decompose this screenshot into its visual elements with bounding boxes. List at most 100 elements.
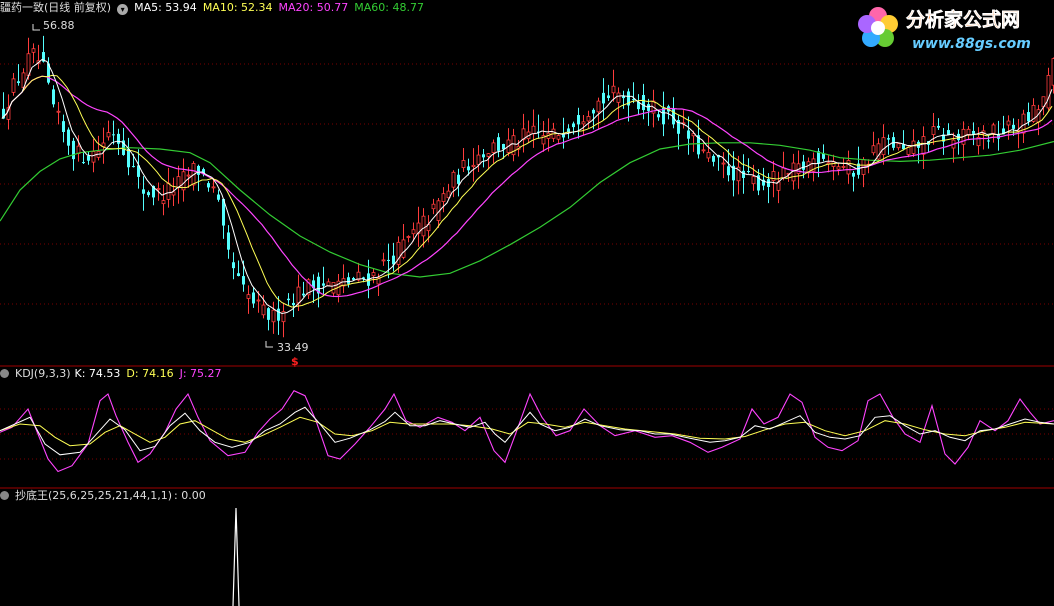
cdw-title: 抄底王(25,6,25,25,21,44,1,1) [15,489,173,502]
candle-body [292,302,295,306]
ma60-label: MA60: 48.77 [354,1,424,14]
candle-body [887,138,890,140]
candle-body [207,183,210,188]
candle-body [712,155,715,162]
candle-body [642,95,645,111]
candle-body [91,151,96,163]
candle-body [921,136,926,155]
candle-body [132,166,135,168]
kdj-lines [0,390,1054,473]
candle-body [331,282,336,294]
candle-body [622,96,625,99]
candle-body [581,121,586,125]
candle-body [572,123,575,128]
candle-body [326,281,331,286]
candle-body [647,104,650,111]
candle-body [461,160,466,169]
candle-body [166,182,171,200]
candle-body [852,172,855,177]
candle-body [577,115,580,125]
candle-body [127,148,130,168]
candle-body [937,125,940,128]
chevron-down-icon[interactable]: ▾ [117,4,129,15]
candle-body [451,171,456,188]
chart-canvas: 56.88 33.49 $ [0,19,1054,606]
high-label: 56.88 [43,19,75,32]
candle-body [431,203,436,210]
candle-body [687,130,690,139]
candle-body [106,132,111,138]
candle-body [896,143,901,149]
candle-body [721,162,726,165]
indicator-toggle-icon[interactable] [0,491,9,500]
candle-body [411,229,416,235]
candle-body [242,276,245,285]
kdj-header: KDJ(9,3,3) K: 74.53 D: 74.16 J: 75.27 [0,366,228,382]
candle-body [82,162,85,164]
candle-body [1012,124,1015,129]
kdj-k-label: K: 74.53 [74,367,121,380]
candle-body [352,278,355,280]
candle-body [871,145,876,154]
candle-body [931,126,936,135]
candle-body [562,134,565,138]
candle-body [31,48,36,53]
candle-body [767,179,770,187]
candle-body [421,215,426,237]
candle-body [846,160,851,175]
candle-body [256,299,261,302]
candle-body [277,308,280,321]
candle-body [751,176,756,185]
candle-body [267,308,270,320]
ma5-line [1,58,1053,315]
candle-body [112,134,115,136]
high-annotation: 56.88 [32,19,75,32]
candle-body [56,110,61,113]
candle-body [117,133,120,144]
ma5-label: MA5: 53.94 [134,1,197,14]
kdj-j-label: J: 75.27 [179,367,222,380]
candle-body [607,95,610,99]
candle-body [706,152,711,159]
candle-body [611,85,616,94]
candle-body [747,171,750,173]
candle-body [1006,120,1011,126]
candle-body [531,125,536,135]
candle-body [991,124,996,134]
ma10-label: MA10: 52.34 [202,1,273,14]
candle-body [596,100,601,113]
candle-body [781,167,786,179]
candles [2,35,1054,338]
candle-body [211,186,216,189]
candle-body [406,236,411,238]
indicator-toggle-icon[interactable] [0,369,9,378]
ma20-label: MA20: 50.77 [278,1,349,14]
cdw-value: : 0.00 [174,489,206,502]
candle-body [302,293,305,296]
candle-body [841,166,846,168]
candle-body [72,140,75,160]
ma10-line [1,74,1053,308]
candle-body [657,114,660,118]
candle-body [662,107,665,125]
candle-body [237,273,240,276]
flower-icon [858,7,898,47]
candle-body [486,153,491,157]
low-label: 33.49 [277,341,309,354]
candle-body [701,149,706,152]
candle-body [966,128,971,135]
candle-body [252,292,255,304]
candle-body [186,174,191,177]
logo-title: 分析家公式网 [906,8,1020,31]
candle-body [616,92,621,103]
candle-body [287,298,290,301]
candle-body [467,166,470,171]
candle-body [11,78,16,93]
candle-body [457,174,460,184]
candle-body [62,121,65,132]
main-grid [0,63,1054,460]
candle-body [67,129,70,146]
kdj-j-line [0,390,1054,473]
candle-body [836,166,841,170]
ma20-line [1,75,1053,298]
